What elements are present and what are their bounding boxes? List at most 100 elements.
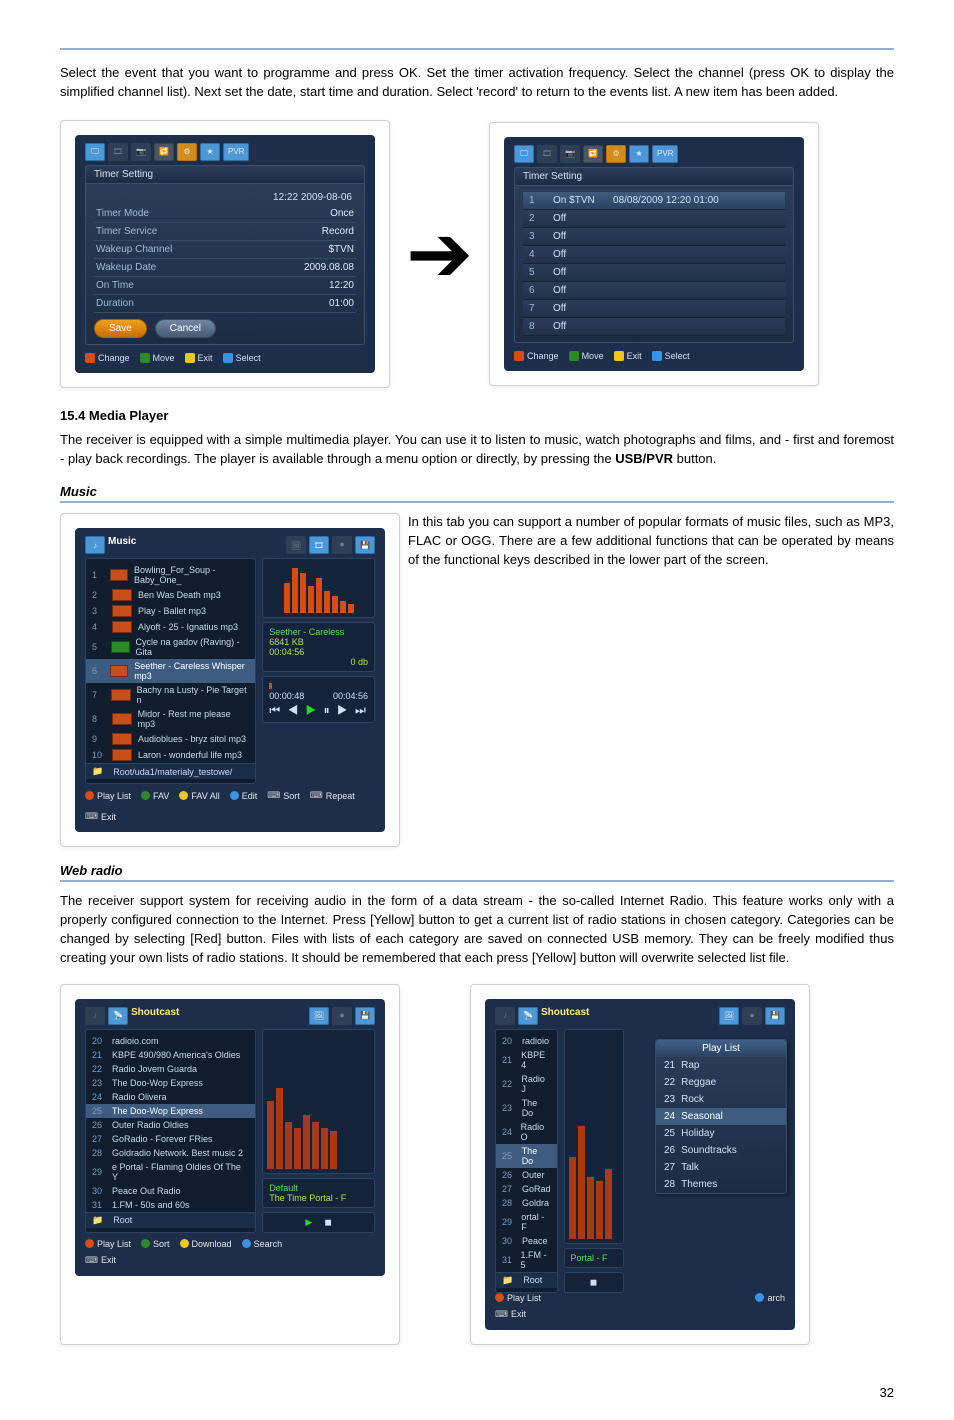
hint-change: Change <box>98 353 130 363</box>
header-icons: 🖵 🎞 📷 🔁 ⚙ ★ PVR <box>85 143 365 161</box>
ev-state: Off <box>553 303 603 314</box>
ttext: Cycle na gadov (Raving) - Gita <box>136 637 250 657</box>
music-para: In this tab you can support a number of … <box>408 513 894 833</box>
ev-num: 1 <box>529 195 543 206</box>
mp-text-a: The receiver is equipped with a simple m… <box>60 432 894 466</box>
tv-icon: 🖵 <box>85 143 105 161</box>
router-icon: 📡 <box>108 1007 128 1025</box>
ev-when <box>613 303 779 314</box>
events-figure: 🖵 🎞 📷 🔁 ⚙ ★ PVR Timer Setting 1On $TVN08… <box>489 122 819 386</box>
hint-select: Select <box>236 353 261 363</box>
stop-icon[interactable]: ◼ <box>324 1217 331 1227</box>
ci-num: 25 <box>664 1128 675 1139</box>
wr-exit: Exit <box>511 1309 526 1319</box>
note-icon: ♪ <box>85 1007 105 1025</box>
video-icon: 🎞 <box>537 145 557 163</box>
ev-state: Off <box>553 267 603 278</box>
music-title: Music <box>108 536 136 554</box>
snum: 27 <box>92 1134 106 1144</box>
stext-trunc: radioio <box>522 1036 549 1046</box>
ci-text[interactable]: Rock <box>681 1094 704 1105</box>
play-icon[interactable]: ▶ <box>305 1217 312 1227</box>
stext: KBPE 490/980 America's Oldies <box>112 1050 240 1060</box>
star-icon: ★ <box>200 143 220 161</box>
stext: Outer Radio Oldies <box>112 1120 189 1130</box>
cancel-button[interactable]: Cancel <box>155 319 216 338</box>
elapsed: 00:00:48 <box>269 691 304 701</box>
snum: 23 <box>502 1103 516 1113</box>
stext-trunc: Radio O <box>521 1122 551 1142</box>
disk-icon: 💾 <box>765 1007 785 1025</box>
yellow-dot-icon <box>185 353 195 363</box>
save-button[interactable]: Save <box>94 319 147 338</box>
ttext: Bowling_For_Soup - Baby_One_ <box>134 565 249 585</box>
note-icon: ♪ <box>495 1007 515 1025</box>
ev-num: 7 <box>529 303 543 314</box>
mp3-tag-icon <box>112 605 132 617</box>
note-icon: ♪ <box>85 536 105 554</box>
img-icon: 🖼 <box>286 536 306 554</box>
wr-sort: Sort <box>153 1239 170 1249</box>
tnum: 7 <box>92 690 105 700</box>
snum: 22 <box>502 1079 515 1089</box>
stext: The Doo-Wop Express <box>112 1078 203 1088</box>
ci-text[interactable]: Talk <box>681 1162 699 1173</box>
intro-text: Select the event that you want to progra… <box>60 64 894 102</box>
ci-text[interactable]: Themes <box>681 1179 717 1190</box>
stext-trunc: Outer <box>522 1170 545 1180</box>
ci-num: 21 <box>664 1060 675 1071</box>
portal-label: Portal - F <box>571 1253 617 1263</box>
ev-num: 3 <box>529 231 543 242</box>
img-icon: 🖼 <box>309 1007 329 1025</box>
disk-icon: 💾 <box>355 536 375 554</box>
now-default: Default <box>269 1183 368 1193</box>
popup-title: Play List <box>656 1040 786 1057</box>
cam-icon: 📷 <box>560 145 580 163</box>
stop-icon[interactable]: ◼ <box>590 1277 597 1287</box>
stext: Peace Out Radio <box>112 1186 181 1196</box>
snum: 22 <box>92 1064 106 1074</box>
stext: Radio Olivera <box>112 1092 167 1102</box>
ci-text[interactable]: Holiday <box>681 1128 714 1139</box>
ev-when <box>613 249 779 260</box>
webradio-heading: Web radio <box>60 863 894 882</box>
green-dot-icon <box>140 353 150 363</box>
rec-icon: ⏺ <box>332 1007 352 1025</box>
stext-trunc: Peace <box>522 1236 548 1246</box>
media-player-heading: 15.4 Media Player <box>60 408 894 423</box>
tnum: 9 <box>92 734 106 744</box>
ci-text[interactable]: Reggae <box>681 1077 716 1088</box>
row-v: 01:00 <box>329 298 354 309</box>
player-controls[interactable]: ⏮ ◀ ▶ ⏸ ▶ ⏭ <box>269 703 368 718</box>
ttext: Midor - Rest me please mp3 <box>138 709 250 729</box>
ttext: Bachy na Lusty - Pie Target n <box>137 685 250 705</box>
snum: 25 <box>502 1151 516 1161</box>
btn-fav: FAV <box>153 791 169 801</box>
green-dot-icon <box>141 791 150 800</box>
ci-text[interactable]: Rap <box>681 1060 699 1071</box>
ci-text[interactable]: Seasonal <box>681 1111 723 1122</box>
clock: 12:22 2009-08-06 <box>94 190 356 205</box>
level-bars <box>262 1029 375 1174</box>
tnum: 3 <box>92 606 106 616</box>
green-dot-icon <box>141 1239 150 1248</box>
tnum: 1 <box>92 570 104 580</box>
ev-num: 2 <box>529 213 543 224</box>
stext: Goldradio Network. Best music 2 <box>112 1148 243 1158</box>
stext: 1.FM - 50s and 60s <box>112 1200 190 1210</box>
row-v: $TVN <box>328 244 354 255</box>
red-dot-icon <box>495 1293 504 1302</box>
cam-icon: 📷 <box>131 143 151 161</box>
ev-num: 6 <box>529 285 543 296</box>
row-k: Duration <box>96 298 134 309</box>
tnum: 4 <box>92 622 106 632</box>
kb-icon: ⌨ <box>310 790 323 801</box>
ev-state: Off <box>553 231 603 242</box>
snum: 31 <box>92 1200 106 1210</box>
stext-trunc: Goldra <box>522 1198 549 1208</box>
ci-text[interactable]: Soundtracks <box>681 1145 737 1156</box>
ev-state: Off <box>553 285 603 296</box>
snum: 23 <box>92 1078 106 1088</box>
btn-exit: Exit <box>101 812 116 822</box>
stext-trunc: The Do <box>522 1146 551 1166</box>
